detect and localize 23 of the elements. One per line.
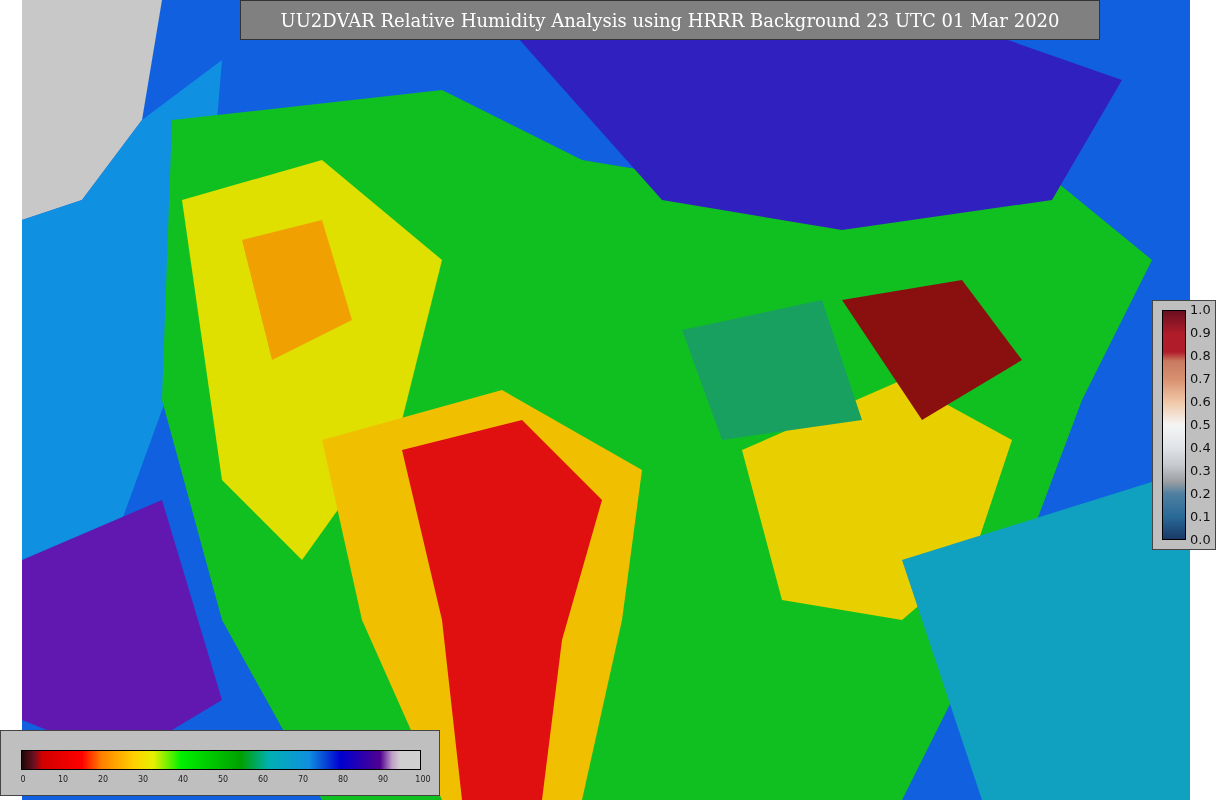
tick-label: 0.9	[1190, 326, 1211, 340]
map-title: UU2DVAR Relative Humidity Analysis using HRRR Background 23 UTC 01 Mar 2020	[240, 0, 1100, 40]
tick-label: 100	[414, 775, 432, 784]
tick-label: 0.4	[1190, 441, 1211, 455]
tick-label: 40	[176, 775, 190, 784]
tick-label: 0.8	[1190, 349, 1211, 363]
tick-label: 70	[296, 775, 310, 784]
tick-label: 60	[256, 775, 270, 784]
tick-label: 0.0	[1190, 533, 1211, 547]
tick-label: 1.0	[1190, 303, 1211, 317]
tick-label: 90	[376, 775, 390, 784]
tick-label: 0.3	[1190, 464, 1211, 478]
tick-label: 80	[336, 775, 350, 784]
tick-label: 0.1	[1190, 510, 1211, 524]
tick-label: 0	[19, 775, 27, 784]
tick-label: 20	[96, 775, 110, 784]
tick-label: 10	[56, 775, 70, 784]
tick-label: 0.6	[1190, 395, 1211, 409]
tick-label: 50	[216, 775, 230, 784]
tick-label: 0.5	[1190, 418, 1211, 432]
tick-label: 0.7	[1190, 372, 1211, 386]
tick-label: 30	[136, 775, 150, 784]
tick-label: 0.2	[1190, 487, 1211, 501]
